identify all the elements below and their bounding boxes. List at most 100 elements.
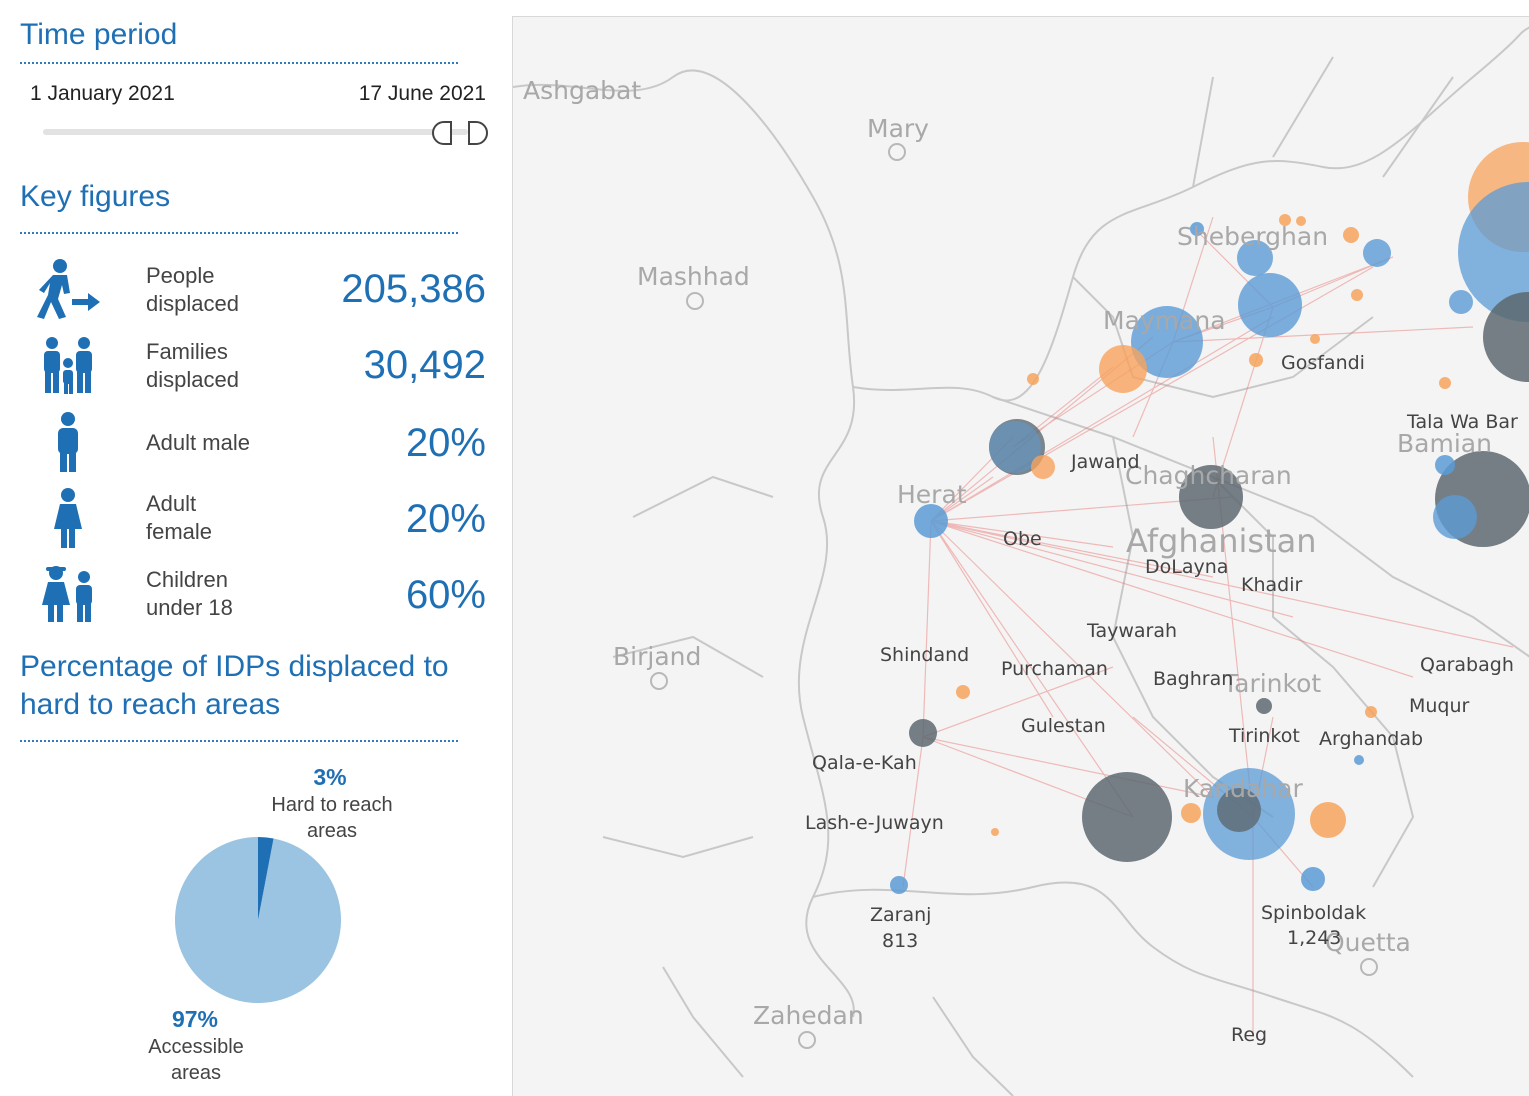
accessible-label-line1: Accessible bbox=[148, 1036, 244, 1058]
marker-blue[interactable] bbox=[890, 876, 908, 894]
district-label: Gosfandi bbox=[1281, 352, 1365, 374]
value-label: 1,243 bbox=[1287, 927, 1341, 949]
time-slider-track[interactable] bbox=[43, 129, 468, 135]
divider bbox=[20, 740, 458, 742]
marker-blue[interactable] bbox=[1354, 755, 1364, 765]
pie-title-line1: Percentage of IDPs displaced to bbox=[20, 650, 449, 683]
man-icon bbox=[58, 412, 78, 472]
value-label: 813 bbox=[882, 930, 918, 952]
accessible-percent: 97% bbox=[171, 1006, 219, 1032]
marker-orange[interactable] bbox=[1249, 353, 1263, 367]
marker-orange[interactable] bbox=[991, 828, 999, 836]
adult-male-value: 20% bbox=[405, 421, 486, 465]
city-label: Herat bbox=[897, 480, 967, 509]
district-label: Jawand bbox=[1070, 451, 1140, 473]
district-label: Tirinkot bbox=[1228, 725, 1300, 747]
marker-blue[interactable] bbox=[1238, 273, 1302, 337]
district-label: Purchaman bbox=[1001, 658, 1108, 680]
sidebar: Time period 1 January 2021 17 June 2021 … bbox=[0, 0, 510, 1095]
divider bbox=[20, 232, 458, 234]
person-moving-icon bbox=[37, 259, 100, 319]
district-label: Reg bbox=[1231, 1024, 1267, 1046]
marker-blue[interactable] bbox=[1301, 867, 1325, 891]
marker-orange[interactable] bbox=[1099, 345, 1147, 393]
district-label: Arghandab bbox=[1319, 728, 1423, 750]
marker-orange[interactable] bbox=[1343, 227, 1359, 243]
city-label: Bamian bbox=[1397, 429, 1492, 458]
marker-orange[interactable] bbox=[956, 685, 970, 699]
families-displaced-label-line2: displaced bbox=[146, 367, 239, 392]
city-label: Ashgabat bbox=[523, 76, 641, 105]
adult-female-label-line2: female bbox=[146, 519, 213, 544]
displacement-map[interactable]: Ashgabat Mary Mashhad Birjand Zahedan Qu… bbox=[512, 16, 1529, 1096]
marker-gray[interactable] bbox=[909, 719, 937, 747]
key-figure-children: Children under 18 60% bbox=[20, 561, 490, 631]
city-label: Birjand bbox=[613, 642, 701, 671]
people-displaced-label-line2: displaced bbox=[146, 291, 239, 316]
city-label: Tarinkot bbox=[1222, 669, 1321, 698]
district-label: Gulestan bbox=[1021, 715, 1106, 737]
district-label: DoLayna bbox=[1145, 556, 1228, 578]
adult-female-value: 20% bbox=[405, 497, 486, 541]
pie-title-line2: hard to reach areas bbox=[20, 688, 281, 721]
slider-handle-end[interactable] bbox=[468, 121, 488, 145]
marker-orange[interactable] bbox=[1365, 706, 1377, 718]
marker-blue[interactable] bbox=[1363, 239, 1391, 267]
district-label: Baghran bbox=[1153, 668, 1233, 690]
marker-gray[interactable] bbox=[1256, 698, 1272, 714]
district-label: Zaranj bbox=[870, 904, 931, 926]
children-value: 60% bbox=[405, 573, 486, 617]
families-displaced-value: 30,492 bbox=[363, 343, 486, 387]
marker-blue[interactable] bbox=[1435, 455, 1455, 475]
people-displaced-label-line1: People bbox=[146, 263, 215, 288]
adult-female-label-line1: Adult bbox=[146, 491, 197, 516]
accessibility-pie-chart bbox=[175, 837, 342, 1003]
children-label-line2: under 18 bbox=[146, 595, 233, 620]
marker-orange[interactable] bbox=[1310, 334, 1320, 344]
key-figure-families-displaced: Families displaced 30,492 bbox=[20, 333, 490, 403]
district-label: Khadir bbox=[1241, 574, 1302, 596]
accessible-label-line2: areas bbox=[170, 1062, 222, 1084]
key-figure-adult-female: Adult female 20% bbox=[20, 485, 490, 555]
marker-orange[interactable] bbox=[1439, 377, 1451, 389]
adult-male-label: Adult male bbox=[146, 430, 250, 455]
marker-orange[interactable] bbox=[1027, 373, 1039, 385]
slider-handle-start[interactable] bbox=[432, 121, 452, 145]
map-canvas[interactable]: Ashgabat Mary Mashhad Birjand Zahedan Qu… bbox=[513, 17, 1529, 1096]
time-period-title: Time period bbox=[20, 18, 178, 51]
end-date-label: 17 June 2021 bbox=[358, 82, 486, 105]
country-label: Afghanistan bbox=[1126, 522, 1317, 560]
key-figures-title: Key figures bbox=[20, 180, 171, 213]
marker-orange[interactable] bbox=[1310, 802, 1346, 838]
city-label: Zahedan bbox=[753, 1001, 864, 1030]
district-label: Taywarah bbox=[1086, 620, 1177, 642]
city-label: Chaghcharan bbox=[1125, 461, 1292, 490]
district-label: Tala Wa Bar bbox=[1406, 411, 1518, 433]
district-label: Shindand bbox=[880, 644, 969, 666]
district-label: Qarabagh bbox=[1420, 654, 1514, 676]
marker-blue[interactable] bbox=[1433, 495, 1477, 539]
hard-to-reach-percent: 3% bbox=[313, 764, 347, 790]
city-label: Sheberghan bbox=[1177, 222, 1328, 251]
district-label: Lash-e-Juwayn bbox=[805, 812, 944, 834]
families-displaced-label-line1: Families bbox=[146, 339, 228, 364]
marker-orange[interactable] bbox=[1351, 289, 1363, 301]
family-icon bbox=[44, 337, 92, 394]
city-label: Mary bbox=[867, 114, 929, 143]
marker-gray[interactable] bbox=[1082, 772, 1172, 862]
district-label: Qala-e-Kah bbox=[812, 752, 917, 774]
district-label: Obe bbox=[1003, 528, 1042, 550]
woman-icon bbox=[54, 488, 82, 548]
children-label-line1: Children bbox=[146, 567, 228, 592]
city-label: Maymana bbox=[1103, 306, 1226, 335]
hard-to-reach-label-line1: Hard to reach bbox=[271, 794, 393, 816]
people-displaced-value: 205,386 bbox=[341, 267, 486, 311]
marker-orange[interactable] bbox=[1181, 803, 1201, 823]
divider bbox=[20, 62, 458, 64]
marker-blue[interactable] bbox=[914, 504, 948, 538]
key-figure-adult-male: Adult male 20% bbox=[20, 409, 490, 479]
city-label: Kandahar bbox=[1183, 774, 1303, 803]
marker-orange[interactable] bbox=[1031, 455, 1055, 479]
key-figure-people-displaced: People displaced 205,386 bbox=[20, 257, 490, 327]
marker-blue[interactable] bbox=[1449, 290, 1473, 314]
